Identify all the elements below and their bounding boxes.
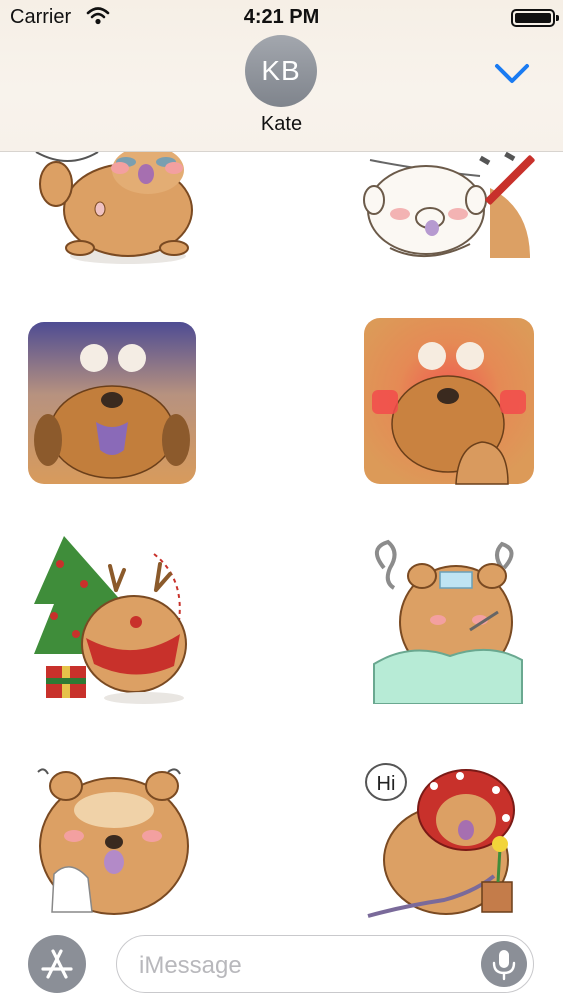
microphone-button[interactable] <box>481 941 527 987</box>
sticker-chow-watering[interactable]: Hi <box>364 756 534 922</box>
sticker-chow-sick[interactable] <box>370 538 530 704</box>
sticker-grid: Hi <box>0 152 563 922</box>
message-input-bar: iMessage <box>0 922 563 1000</box>
message-placeholder: iMessage <box>139 952 242 979</box>
status-bar: Carrier 4:21 PM <box>0 0 563 36</box>
contact-name[interactable]: Kate <box>0 113 563 136</box>
message-input[interactable]: iMessage <box>116 935 534 993</box>
avatar-initials: KB <box>261 55 301 86</box>
microphone-icon <box>492 950 516 981</box>
chevron-down-icon[interactable] <box>490 56 534 92</box>
contact-avatar[interactable]: KB <box>245 35 317 107</box>
sticker-chow-dusk-card[interactable] <box>26 320 198 486</box>
battery-icon <box>511 9 559 27</box>
sticker-speech-text: Hi <box>377 773 396 795</box>
app-store-button[interactable] <box>28 935 86 993</box>
sticker-chow-speech-bubble[interactable] <box>28 152 198 274</box>
status-time: 4:21 PM <box>243 6 320 28</box>
sticker-chow-blushing-card[interactable] <box>362 316 536 486</box>
sticker-chow-sketch-pencil[interactable] <box>360 152 540 272</box>
sticker-chow-crying[interactable] <box>30 762 200 922</box>
app-store-icon <box>41 949 73 979</box>
sticker-chow-christmas[interactable] <box>24 534 196 706</box>
